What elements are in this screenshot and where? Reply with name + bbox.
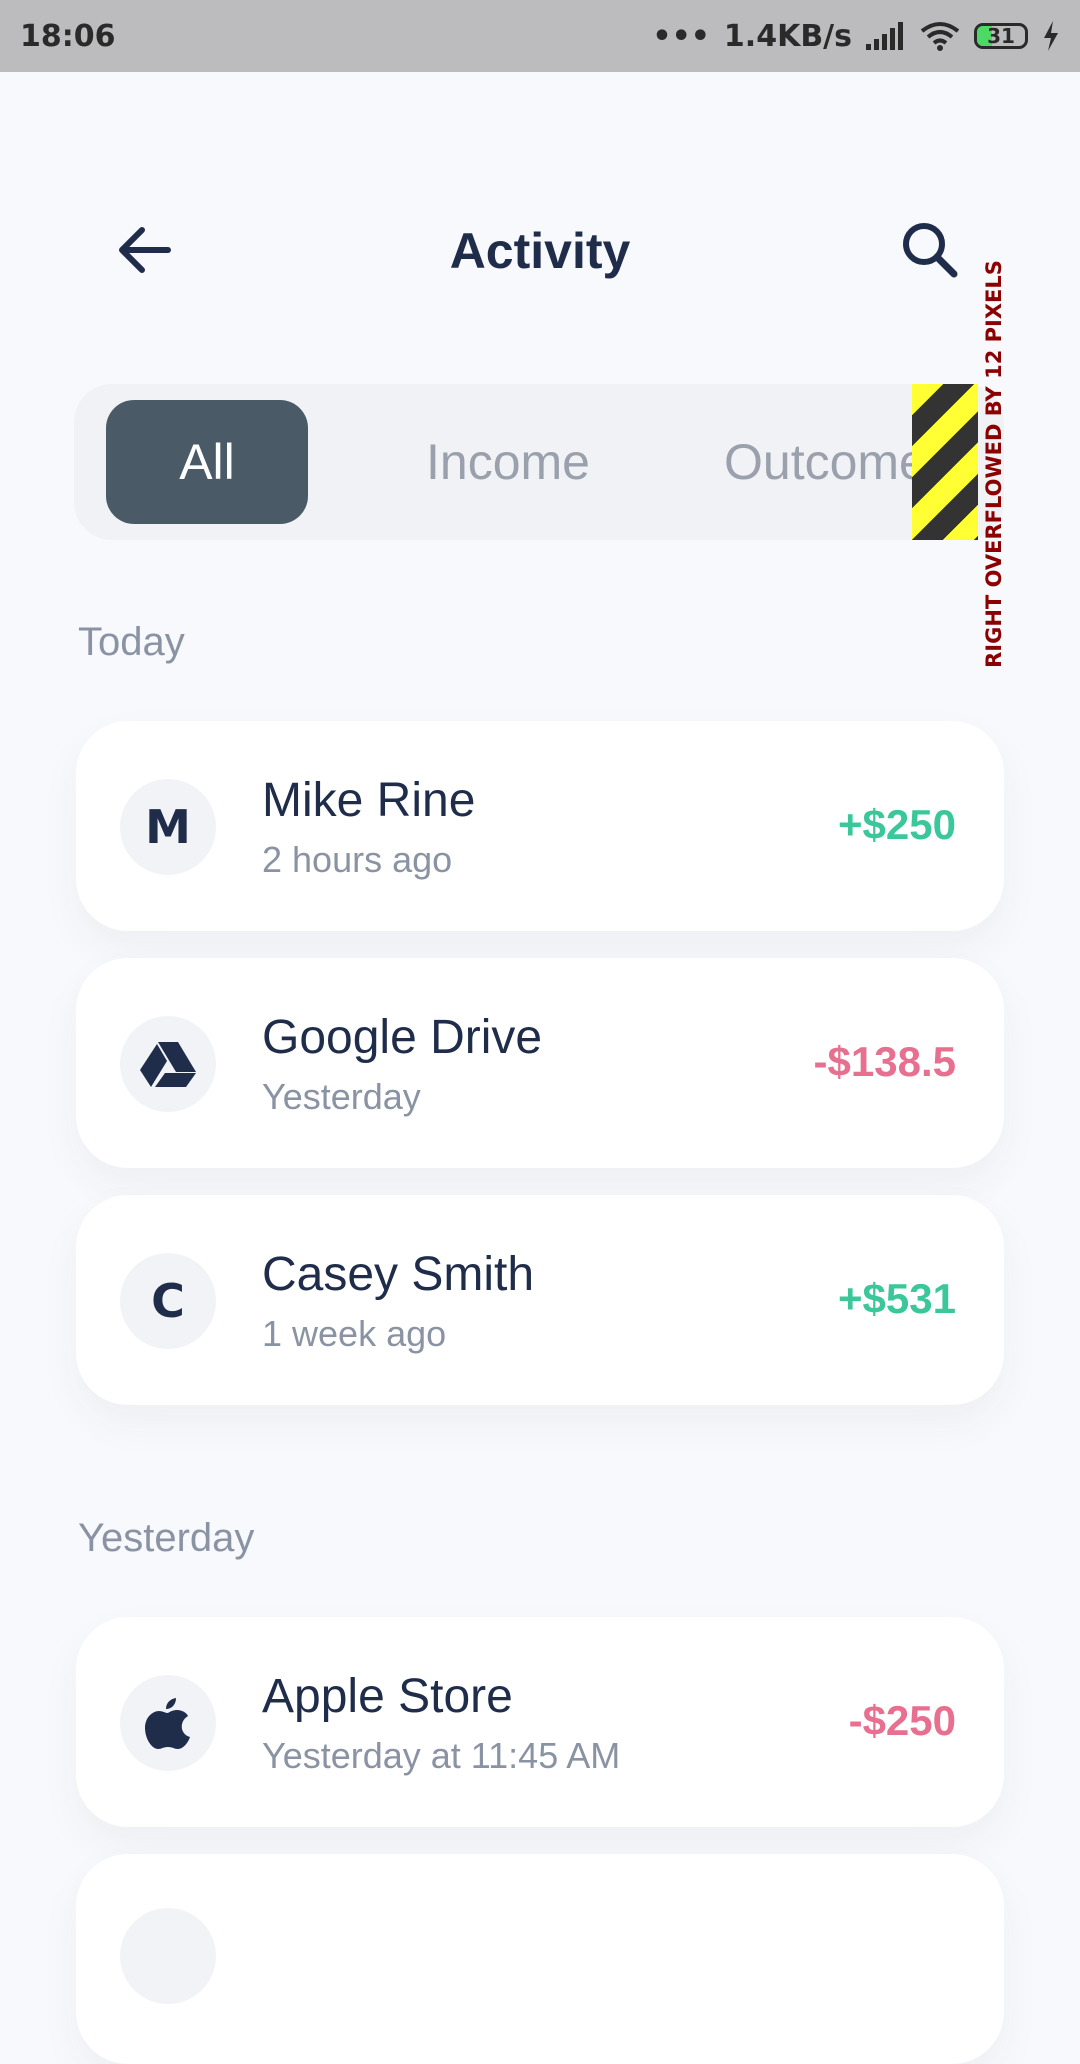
transaction-card[interactable]: Google Drive Yesterday -$138.5: [76, 958, 1004, 1168]
transaction-card[interactable]: C Casey Smith 1 week ago +$531: [76, 1195, 1004, 1405]
avatar: M: [120, 779, 216, 875]
charging-icon: [1044, 21, 1058, 51]
avatar: [120, 1675, 216, 1771]
status-indicators: ••• 1.4KB/s 31: [652, 19, 1060, 54]
transaction-amount: -$250: [848, 1697, 956, 1744]
filter-tabs: All Income Outcome: [74, 384, 1004, 540]
signal-icon: [866, 22, 903, 50]
overflow-warning-text: RIGHT OVERFLOWED BY 12 PIXELS: [982, 260, 1006, 668]
transaction-amount: -$138.5: [813, 1038, 956, 1085]
tab-all[interactable]: All: [106, 400, 308, 524]
transaction-time: Yesterday at 11:45 AM: [262, 1735, 621, 1776]
transaction-amount: +$531: [838, 1275, 956, 1322]
transaction-card[interactable]: [76, 1854, 1004, 2064]
battery-level: 31: [987, 24, 1015, 48]
overflow-stripes: [912, 384, 978, 540]
search-button[interactable]: [896, 216, 966, 286]
avatar: [120, 1908, 216, 2004]
transaction-time: 1 week ago: [262, 1313, 447, 1354]
status-time: 18:06: [20, 18, 116, 54]
more-dots-icon: •••: [652, 18, 710, 54]
battery-icon: 31: [974, 23, 1028, 49]
section-label-yesterday: Yesterday: [78, 1516, 255, 1560]
avatar: [120, 1016, 216, 1112]
wifi-icon: [920, 22, 960, 51]
transaction-name: Casey Smith: [262, 1248, 535, 1301]
section-label-today: Today: [78, 620, 185, 664]
transaction-card[interactable]: Apple Store Yesterday at 11:45 AM -$250: [76, 1617, 1004, 1827]
network-speed: 1.4KB/s: [723, 18, 852, 54]
transaction-name: Mike Rine: [262, 774, 476, 827]
apple-icon: [145, 1698, 190, 1749]
google-drive-icon: [140, 1042, 196, 1087]
app-header: Activity: [0, 200, 1080, 300]
search-icon: [903, 223, 958, 278]
status-bar: 18:06 ••• 1.4KB/s 31: [0, 0, 1080, 72]
transaction-time: Yesterday: [262, 1076, 421, 1117]
transaction-amount: +$250: [838, 801, 956, 848]
transaction-name: Apple Store: [262, 1670, 513, 1723]
transaction-name: Google Drive: [262, 1011, 543, 1064]
transaction-card[interactable]: M Mike Rine 2 hours ago +$250: [76, 721, 1004, 931]
avatar: C: [120, 1253, 216, 1349]
tab-income[interactable]: Income: [386, 400, 630, 524]
transaction-time: 2 hours ago: [262, 839, 453, 880]
